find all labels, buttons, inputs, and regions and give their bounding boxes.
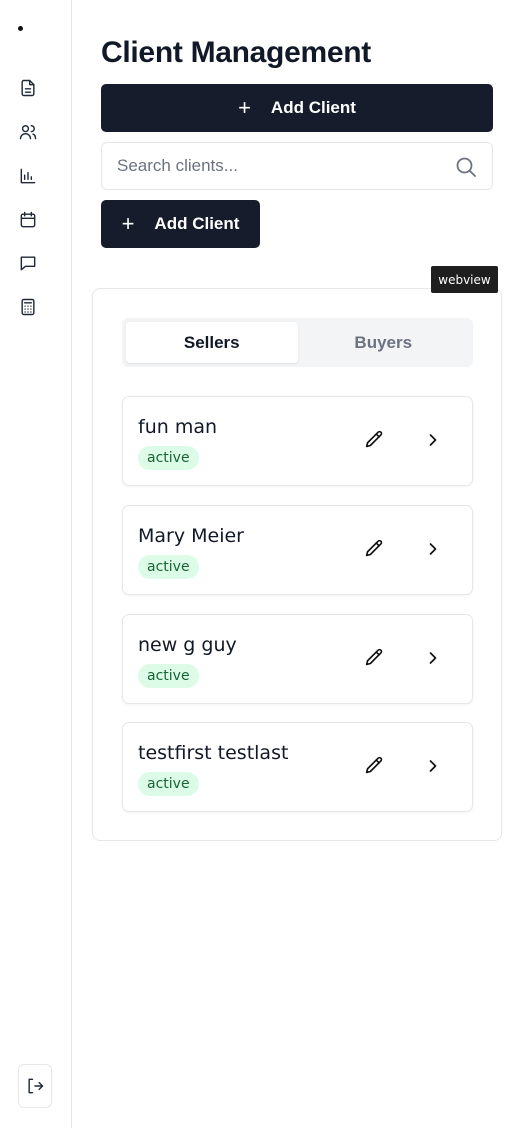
page-title: Client Management <box>101 36 371 69</box>
main-content: Client Management + Add Client + Add Cli… <box>72 0 520 1128</box>
add-client-button[interactable]: + Add Client <box>101 84 493 132</box>
chevron-right-icon[interactable] <box>423 539 445 561</box>
status-badge: active <box>138 664 199 688</box>
status-badge: active <box>138 772 199 796</box>
add-client-label: Add Client <box>270 98 356 117</box>
client-name: fun man <box>138 416 218 438</box>
clients-panel: Sellers Buyers fun man active Mary Meier… <box>92 288 502 841</box>
calculator-icon[interactable] <box>16 295 40 319</box>
add-client-secondary-button[interactable]: + Add Client <box>101 200 260 248</box>
sidebar <box>0 0 72 1128</box>
search-input[interactable] <box>102 143 442 189</box>
client-name: new g guy <box>138 634 237 656</box>
client-card[interactable]: testfirst testlast active <box>122 722 473 812</box>
pencil-icon[interactable] <box>363 538 387 562</box>
client-type-tabs: Sellers Buyers <box>122 318 473 367</box>
client-name: testfirst testlast <box>138 742 289 764</box>
users-icon[interactable] <box>16 120 40 144</box>
pencil-icon[interactable] <box>363 755 387 779</box>
status-badge: active <box>138 446 199 470</box>
pencil-icon[interactable] <box>363 647 387 671</box>
status-badge: active <box>138 555 199 579</box>
logout-button[interactable] <box>18 1064 52 1108</box>
search-icon[interactable] <box>454 155 478 179</box>
document-icon[interactable] <box>16 76 40 100</box>
add-client-label: Add Client <box>154 214 240 233</box>
chevron-right-icon[interactable] <box>423 648 445 670</box>
tab-sellers[interactable]: Sellers <box>126 322 298 363</box>
chevron-right-icon[interactable] <box>423 430 445 452</box>
client-card[interactable]: Mary Meier active <box>122 505 473 595</box>
plus-icon: + <box>238 95 251 120</box>
message-icon[interactable] <box>16 251 40 275</box>
client-name: Mary Meier <box>138 525 244 547</box>
bar-chart-icon[interactable] <box>16 164 40 188</box>
pencil-icon[interactable] <box>363 429 387 453</box>
plus-icon: + <box>121 211 135 236</box>
search-box <box>101 142 493 190</box>
logout-icon <box>28 1078 44 1094</box>
chevron-right-icon[interactable] <box>423 756 445 778</box>
app-logo <box>18 24 44 32</box>
client-card[interactable]: fun man active <box>122 396 473 486</box>
client-card[interactable]: new g guy active <box>122 614 473 704</box>
calendar-icon[interactable] <box>16 208 40 232</box>
webview-tooltip: webview <box>431 266 498 293</box>
tab-buyers[interactable]: Buyers <box>298 322 470 363</box>
